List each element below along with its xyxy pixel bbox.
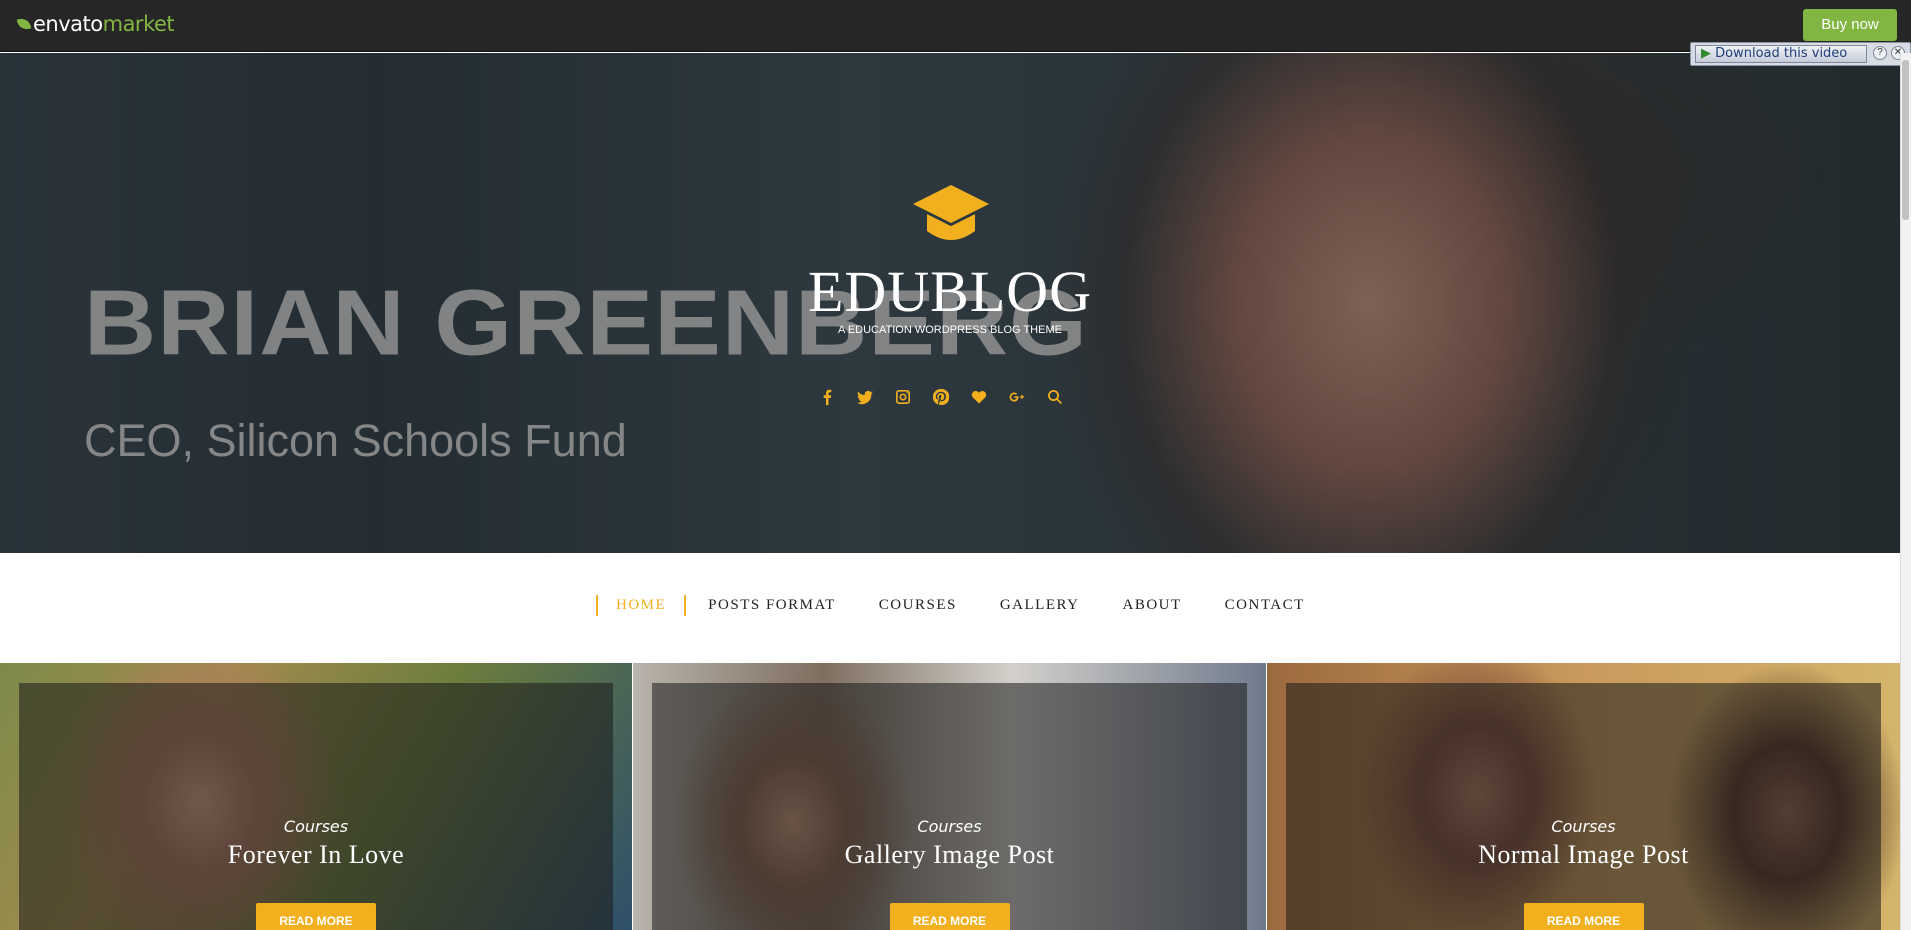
nav-menu: HOME POSTS FORMAT COURSES GALLERY ABOUT … (596, 595, 1348, 616)
video-caption-role: CEO, Silicon Schools Fund (84, 415, 627, 466)
card-overlay (652, 683, 1247, 930)
nav-item-gallery[interactable]: GALLERY (1000, 597, 1080, 614)
read-more-button[interactable]: READ MORE (256, 903, 376, 930)
instagram-icon[interactable] (894, 388, 912, 406)
read-more-button[interactable]: READ MORE (889, 903, 1010, 930)
search-icon[interactable] (1046, 388, 1064, 406)
card-category[interactable]: Courses (0, 817, 632, 836)
google-plus-icon[interactable] (1008, 388, 1026, 406)
card-title[interactable]: Forever In Love (0, 840, 632, 870)
scrollbar-thumb[interactable] (1902, 60, 1909, 220)
nav-item-contact[interactable]: CONTACT (1225, 597, 1305, 614)
download-video-button[interactable]: ▶ Download this video (1695, 45, 1867, 63)
site-title[interactable]: EDUBLOG (700, 258, 1200, 325)
nav-item-posts-format[interactable]: POSTS FORMAT (708, 597, 836, 614)
nav-item-about[interactable]: ABOUT (1123, 597, 1182, 614)
card-category[interactable]: Courses (633, 817, 1266, 836)
read-more-button[interactable]: READ MORE (1523, 903, 1644, 930)
help-icon[interactable]: ? (1873, 46, 1887, 60)
envato-market-logo[interactable]: envato market (16, 12, 175, 36)
site-tagline: A EDUCATION WORDPRESS BLOG THEME (838, 324, 1062, 336)
download-video-label: Download this video (1715, 46, 1848, 61)
brand-market-text: market (102, 12, 175, 36)
main-navigation: HOME POSTS FORMAT COURSES GALLERY ABOUT … (0, 553, 1900, 663)
graduation-cap-icon (913, 185, 989, 240)
card-title[interactable]: Gallery Image Post (633, 840, 1266, 870)
envato-leaf-icon (16, 16, 32, 32)
nav-item-home[interactable]: HOME (596, 595, 687, 616)
download-video-bar: ▶ Download this video ? ✕ (1690, 42, 1911, 66)
card-category[interactable]: Courses (1267, 817, 1900, 836)
card-overlay (19, 683, 613, 930)
featured-post-card[interactable]: Courses Forever In Love READ MORE (0, 663, 632, 930)
nav-item-courses[interactable]: COURSES (879, 597, 957, 614)
card-title[interactable]: Normal Image Post (1267, 840, 1900, 870)
buy-now-button[interactable]: Buy now (1803, 9, 1897, 41)
envato-topbar: envato market Buy now (0, 0, 1911, 52)
card-overlay (1286, 683, 1881, 930)
heart-icon[interactable] (970, 388, 988, 406)
twitter-icon[interactable] (856, 388, 874, 406)
pinterest-icon[interactable] (932, 388, 950, 406)
play-icon: ▶ (1701, 46, 1711, 61)
social-links (818, 385, 1084, 409)
brand-envato-text: envato (33, 12, 103, 36)
facebook-icon[interactable] (818, 388, 836, 406)
featured-post-card[interactable]: Courses Normal Image Post READ MORE (1267, 663, 1900, 930)
featured-post-card[interactable]: Courses Gallery Image Post READ MORE (633, 663, 1266, 930)
